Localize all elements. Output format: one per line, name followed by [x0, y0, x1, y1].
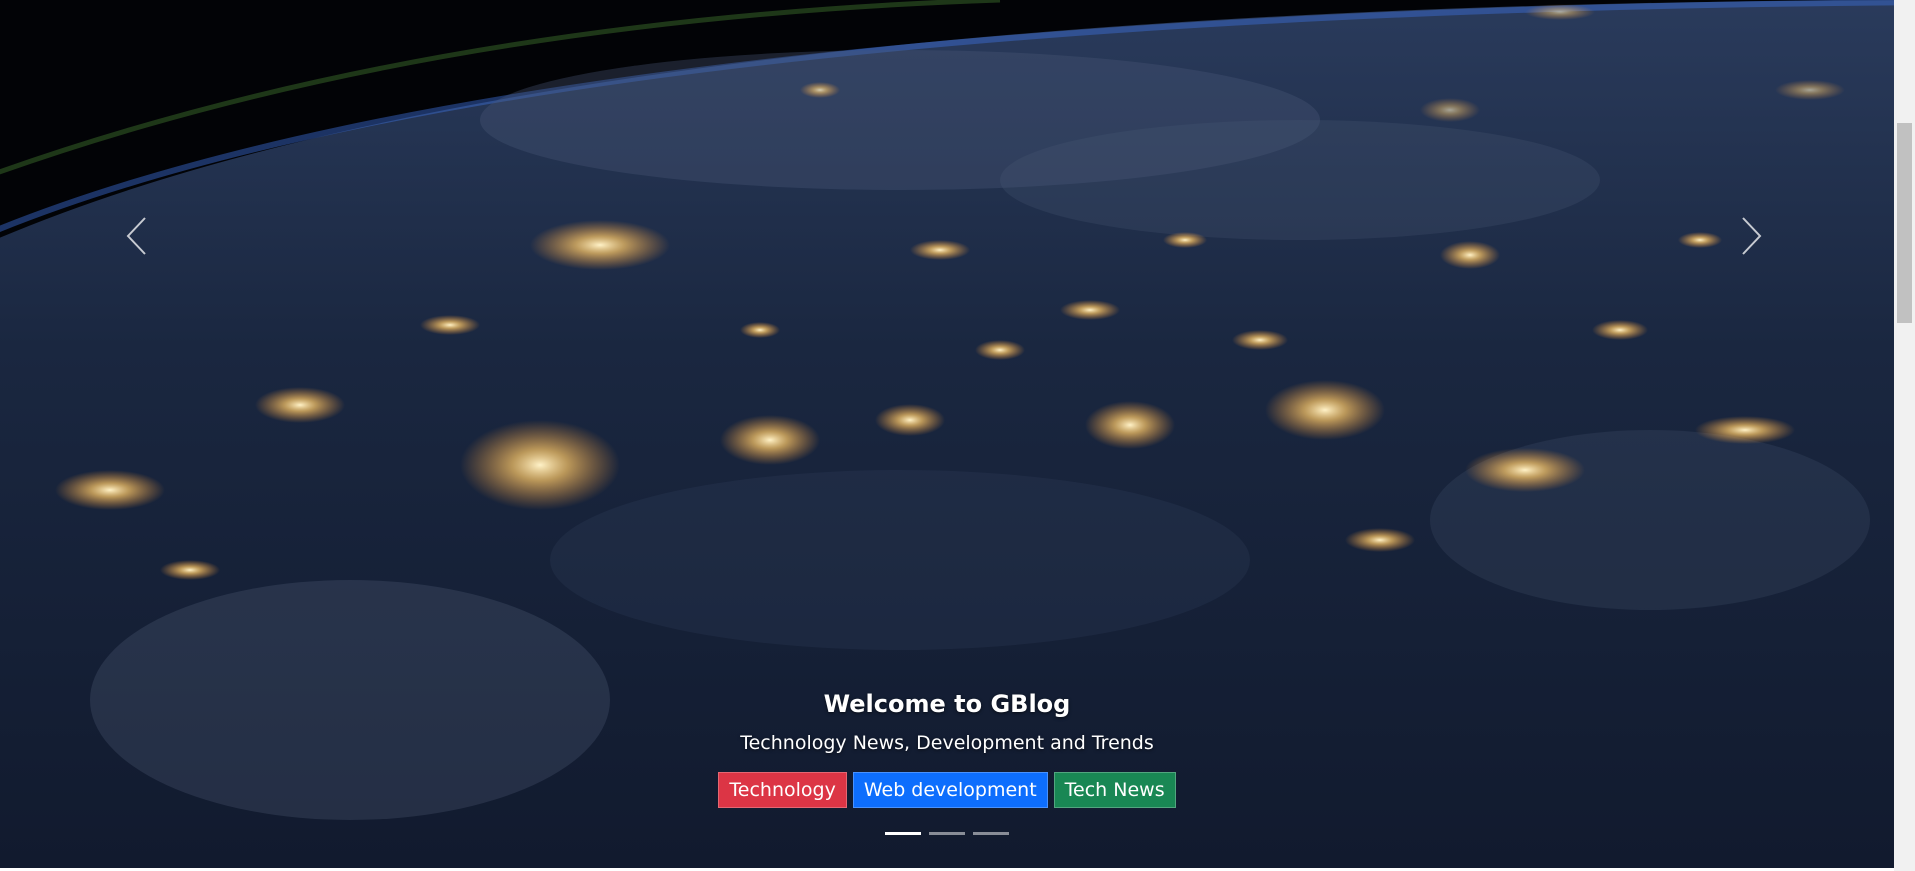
hero-title: Welcome to GBlog	[823, 690, 1071, 718]
page-viewport: Welcome to GBlog Technology News, Develo…	[0, 0, 1894, 871]
carousel-indicators	[0, 832, 1894, 835]
carousel-indicator-3[interactable]	[973, 832, 1009, 835]
tag-list: Technology Web development Tech News	[0, 772, 1894, 808]
tag-tech-news[interactable]: Tech News	[1053, 772, 1176, 808]
page-scrollbar[interactable]	[1894, 0, 1915, 871]
tag-web-development[interactable]: Web development	[852, 772, 1048, 808]
carousel-indicator-2[interactable]	[929, 832, 965, 835]
hero-caption: Welcome to GBlog Technology News, Develo…	[0, 686, 1894, 808]
carousel-indicator-1[interactable]	[885, 832, 921, 835]
hero-carousel: Welcome to GBlog Technology News, Develo…	[0, 0, 1894, 868]
carousel-prev-button[interactable]	[96, 196, 176, 276]
hero-subtitle: Technology News, Development and Trends	[740, 732, 1154, 754]
chevron-right-icon	[1742, 217, 1762, 255]
tag-technology[interactable]: Technology	[718, 772, 847, 808]
carousel-next-button[interactable]	[1712, 196, 1792, 276]
scrollbar-thumb[interactable]	[1897, 123, 1912, 323]
chevron-left-icon	[126, 217, 146, 255]
